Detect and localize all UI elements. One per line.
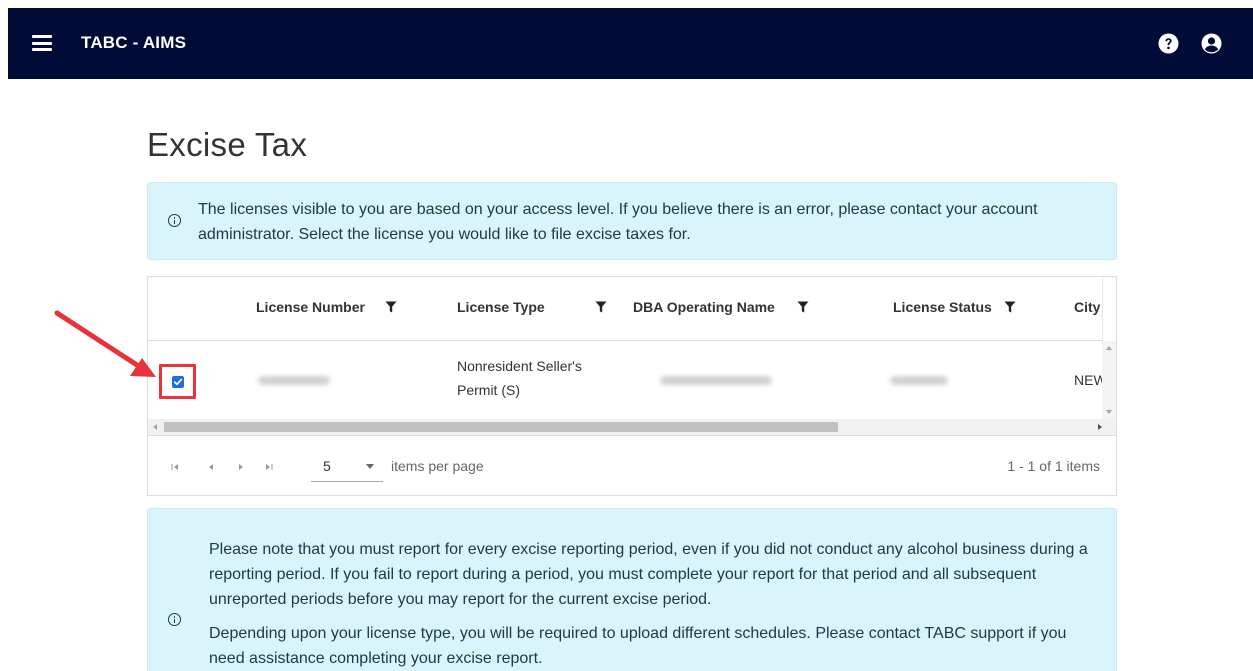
licenses-grid: License Number License Type DBA Operatin… (147, 276, 1117, 496)
column-header-label: City (1074, 299, 1101, 315)
user-account-icon[interactable] (1201, 33, 1222, 54)
last-page-icon[interactable] (264, 462, 274, 472)
city-cell: NEW (1074, 372, 1102, 388)
alert-text: The licenses visible to you are based on… (198, 201, 1038, 243)
help-icon[interactable] (1158, 33, 1179, 54)
chevron-down-icon (366, 464, 374, 469)
table-row[interactable]: Nonresident Seller's Permit (S) NEW (148, 341, 1102, 419)
column-header-label: License Status (893, 299, 992, 315)
scroll-right-icon[interactable] (1098, 424, 1102, 430)
alert-text-block: Please note that you must report for eve… (209, 537, 1099, 671)
column-header-label: DBA Operating Name (633, 299, 775, 315)
info-icon (168, 214, 181, 227)
horizontal-scrollbar-thumb[interactable] (164, 422, 838, 432)
column-header-label: License Number (256, 299, 365, 315)
alert-paragraph: Please note that you must report for eve… (209, 541, 1088, 608)
page-title: Excise Tax (147, 126, 308, 163)
red-arrow-icon (54, 310, 156, 377)
dba-operating-name-redacted (660, 376, 772, 385)
column-header-license-status[interactable]: License Status (893, 299, 1016, 315)
column-header-dba-operating-name[interactable]: DBA Operating Name (633, 299, 809, 315)
alert-paragraph: Depending upon your license type, you wi… (209, 625, 1067, 667)
vertical-scrollbar[interactable] (1102, 341, 1116, 419)
previous-page-icon[interactable] (206, 462, 216, 472)
license-status-redacted (890, 376, 948, 385)
grid-header: License Number License Type DBA Operatin… (148, 277, 1102, 341)
info-icon (168, 613, 181, 626)
column-header-license-number[interactable]: License Number (256, 299, 397, 315)
scroll-down-icon[interactable] (1106, 410, 1112, 414)
license-number-redacted (258, 376, 330, 385)
next-page-icon[interactable] (236, 462, 246, 472)
top-navigation-bar: TABC - AIMS (8, 8, 1253, 79)
column-header-city[interactable]: City (1074, 299, 1102, 315)
header-scrollbar-gutter (1102, 277, 1116, 341)
column-header-label: License Type (457, 299, 545, 315)
page-size-value: 5 (323, 458, 331, 474)
items-per-page-label: items per page (391, 458, 484, 474)
page-size-dropdown[interactable]: 5 (311, 450, 383, 482)
hamburger-menu-icon[interactable] (32, 35, 52, 51)
filter-icon[interactable] (385, 301, 397, 313)
app-title[interactable]: TABC - AIMS (81, 33, 186, 53)
license-type-cell: Nonresident Seller's Permit (S) (457, 358, 582, 398)
filter-icon[interactable] (1004, 301, 1016, 313)
scroll-up-icon[interactable] (1106, 346, 1112, 350)
reporting-info-alert: Please note that you must report for eve… (147, 508, 1117, 671)
access-level-info-alert: The licenses visible to you are based on… (147, 182, 1117, 260)
horizontal-scrollbar[interactable] (148, 419, 1116, 435)
grid-pager: 5 items per page 1 - 1 of 1 items (148, 435, 1116, 495)
column-header-license-type[interactable]: License Type (457, 299, 607, 315)
pager-info: 1 - 1 of 1 items (1007, 458, 1100, 474)
first-page-icon[interactable] (170, 462, 180, 472)
scroll-left-icon[interactable] (153, 424, 157, 430)
filter-icon[interactable] (797, 301, 809, 313)
filter-icon[interactable] (595, 301, 607, 313)
